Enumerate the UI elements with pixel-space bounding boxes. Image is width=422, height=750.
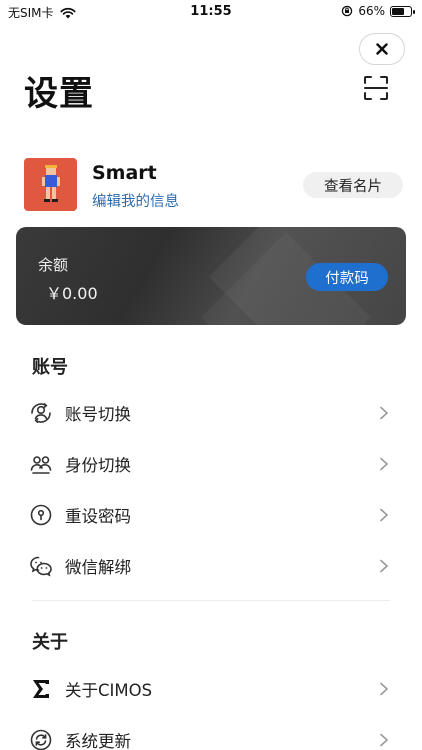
avatar[interactable] (24, 158, 77, 211)
close-button[interactable] (359, 33, 405, 65)
edit-profile-link[interactable]: 编辑我的信息 (92, 190, 179, 211)
section-title-account: 账号 (32, 357, 68, 378)
battery-icon (390, 5, 415, 17)
menu-item-reset-password[interactable]: 重设密码 (28, 495, 394, 535)
scan-icon (364, 76, 388, 100)
menu-item-label: 微信解绑 (65, 558, 131, 577)
avatar-figure-icon (42, 165, 60, 202)
chevron-right-icon (380, 733, 389, 747)
balance-label: 余额 (38, 256, 69, 274)
balance-card: 余额 ￥0.00 付款码 (16, 227, 406, 325)
status-bar: 无SIM卡 11:55 66% (0, 0, 422, 24)
identity-switch-icon (28, 451, 54, 477)
chevron-right-icon (380, 559, 389, 573)
chevron-right-icon (380, 457, 389, 471)
section-title-about: 关于 (32, 632, 68, 653)
refresh-icon (28, 727, 54, 750)
lock-icon (28, 502, 54, 528)
profile-name: Smart (92, 162, 157, 184)
menu-item-system-update[interactable]: 系统更新 (28, 720, 394, 750)
page-title: 设置 (24, 74, 94, 114)
battery-percent: 66% (358, 4, 385, 18)
chevron-right-icon (380, 508, 389, 522)
payment-code-button[interactable]: 付款码 (306, 263, 388, 291)
account-switch-icon (28, 400, 54, 426)
chevron-right-icon (380, 682, 389, 696)
menu-item-identity-switch[interactable]: 身份切换 (28, 444, 394, 484)
menu-item-label: 身份切换 (65, 456, 131, 475)
menu-item-about-cimos[interactable]: 关于CIMOS (28, 669, 394, 709)
menu-item-wechat-unbind[interactable]: 微信解绑 (28, 546, 394, 586)
section-divider (32, 600, 390, 601)
menu-item-label: 重设密码 (65, 507, 131, 526)
status-right: 66% (341, 4, 415, 18)
menu-item-label: 系统更新 (65, 732, 131, 750)
balance-value: ￥0.00 (46, 284, 98, 303)
menu-item-label: 账号切换 (65, 405, 131, 424)
rotation-lock-icon (342, 5, 353, 17)
chevron-right-icon (380, 406, 389, 420)
sigma-icon (28, 676, 54, 702)
view-card-button[interactable]: 查看名片 (303, 172, 403, 198)
wechat-icon (28, 553, 54, 579)
menu-item-label: 关于CIMOS (65, 681, 153, 700)
scan-button[interactable] (362, 74, 390, 102)
menu-item-account-switch[interactable]: 账号切换 (28, 393, 394, 433)
close-icon (376, 43, 388, 55)
